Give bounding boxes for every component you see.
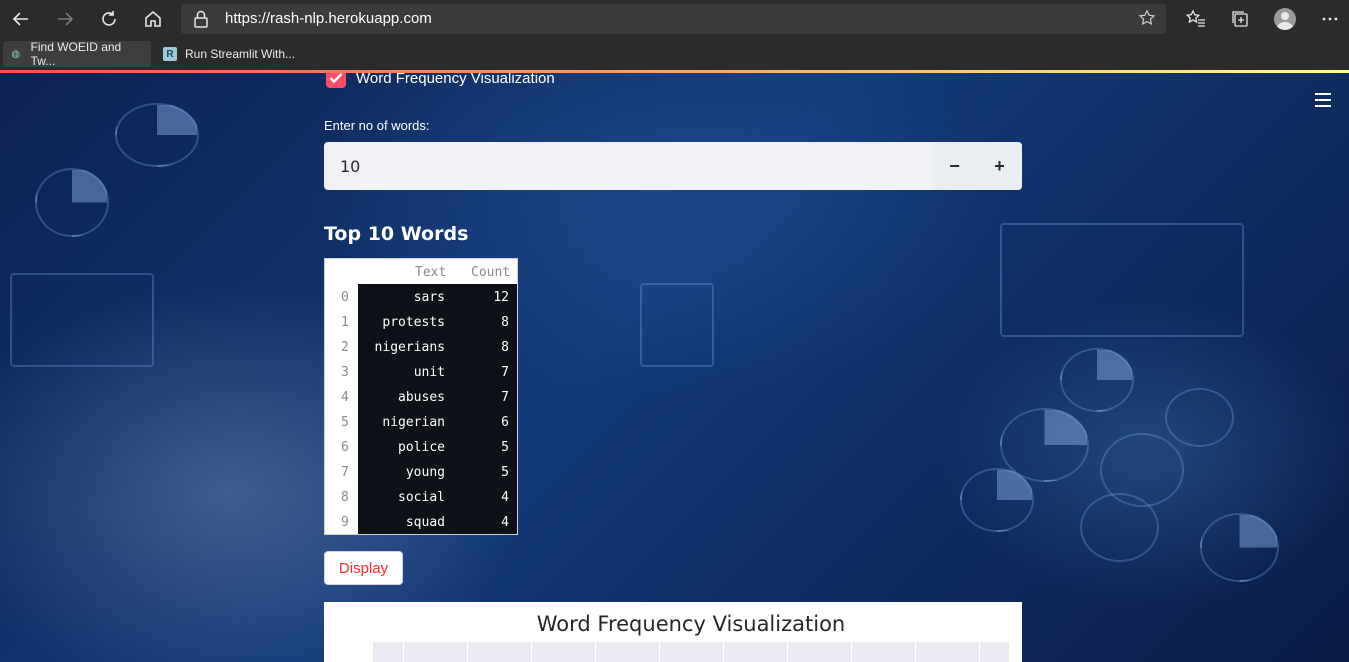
chart-gridline — [659, 642, 660, 662]
increment-button[interactable]: + — [977, 142, 1022, 190]
table-row[interactable]: 6 police 5 — [325, 434, 517, 459]
forward-arrow-icon[interactable] — [53, 7, 77, 31]
word-frequency-chart: Word Frequency Visualization — [324, 602, 1022, 662]
table-row[interactable]: 0 sars 12 — [325, 284, 517, 309]
row-text: nigerians — [374, 340, 445, 355]
row-text: squad — [405, 515, 445, 530]
row-count: 8 — [501, 315, 509, 330]
chart-gridline — [403, 642, 404, 662]
table-row[interactable]: 7 young 5 — [325, 459, 517, 484]
background-panel-decoration — [640, 283, 714, 367]
row-index: 4 — [341, 390, 349, 405]
chart-gridline — [851, 642, 852, 662]
row-count: 4 — [501, 515, 509, 530]
table-row[interactable]: 4 abuses 7 — [325, 384, 517, 409]
decrement-button[interactable]: − — [932, 142, 977, 190]
row-index: 7 — [341, 465, 349, 480]
row-index: 2 — [341, 340, 349, 355]
checkmark-icon[interactable] — [326, 73, 346, 88]
table-row[interactable]: 2 nigerians 8 — [325, 334, 517, 359]
table-row[interactable]: 1 protests 8 — [325, 309, 517, 334]
more-options-icon[interactable] — [1319, 8, 1341, 30]
browser-toolbar: https://rash-nlp.herokuapp.com — [0, 0, 1349, 38]
row-count: 8 — [501, 340, 509, 355]
background-panel-decoration — [1000, 223, 1244, 337]
chart-gridline — [915, 642, 916, 662]
bookmark-woeid[interactable]: ◍ Find WOEID and Tw... — [3, 40, 151, 68]
lock-icon — [193, 10, 209, 33]
background-circle-decoration — [1165, 388, 1234, 447]
checkbox-label: Word Frequency Visualization — [356, 73, 555, 87]
word-frequency-checkbox[interactable]: Word Frequency Visualization — [326, 73, 555, 88]
table-row[interactable]: 3 unit 7 — [325, 359, 517, 384]
row-count: 5 — [501, 440, 509, 455]
background-pie-decoration — [35, 168, 109, 237]
favorite-star-icon[interactable] — [1138, 9, 1156, 32]
row-text: nigerian — [382, 415, 445, 430]
top-words-table[interactable]: Text Count 0 sars 12 1 protests 8 2 nigerians 8 3… — [324, 258, 518, 535]
row-count: 7 — [501, 365, 509, 380]
chart-gridline — [787, 642, 788, 662]
background-panel-decoration — [10, 273, 154, 367]
row-index: 1 — [341, 315, 349, 330]
display-button[interactable]: Display — [324, 551, 403, 585]
row-text: unit — [413, 365, 445, 380]
row-count: 5 — [501, 465, 509, 480]
row-index: 0 — [341, 290, 349, 305]
row-count: 12 — [493, 290, 509, 305]
row-text: young — [405, 465, 445, 480]
chart-gridline — [531, 642, 532, 662]
chart-gridline — [595, 642, 596, 662]
background-pie-decoration — [1200, 513, 1279, 582]
home-icon[interactable] — [141, 7, 165, 31]
table-row[interactable]: 8 social 4 — [325, 484, 517, 509]
chart-gridline — [723, 642, 724, 662]
address-bar[interactable]: https://rash-nlp.herokuapp.com — [181, 4, 1166, 34]
row-text: sars — [413, 290, 445, 305]
bookmark-streamlit[interactable]: R Run Streamlit With... — [157, 41, 307, 67]
bookmark-label: Find WOEID and Tw... — [30, 40, 122, 68]
chart-gridline — [979, 642, 980, 662]
row-text: abuses — [398, 390, 445, 405]
background-pie-decoration — [115, 103, 199, 167]
background-circle-decoration — [1080, 493, 1159, 562]
bookmark-label: Run Streamlit With... — [185, 47, 296, 61]
row-index: 6 — [341, 440, 349, 455]
background-pie-decoration — [960, 468, 1034, 532]
row-text: police — [398, 440, 445, 455]
back-arrow-icon[interactable] — [9, 7, 33, 31]
word-count-field[interactable]: 10 — [324, 142, 932, 190]
row-text: protests — [382, 315, 445, 330]
row-index: 3 — [341, 365, 349, 380]
row-count: 7 — [501, 390, 509, 405]
chart-title: Word Frequency Visualization — [536, 612, 846, 636]
collections-icon[interactable] — [1229, 8, 1251, 30]
row-index: 5 — [341, 415, 349, 430]
bookmarks-bar: ◍ Find WOEID and Tw... R Run Streamlit W… — [0, 38, 1349, 70]
row-text: social — [398, 490, 445, 505]
r-letter-icon: R — [163, 47, 177, 61]
word-count-number-input: 10 − + — [324, 142, 1022, 190]
favorites-icon[interactable] — [1185, 8, 1207, 30]
word-count-label: Enter no of words: — [324, 118, 430, 133]
table-header: Text Count — [325, 259, 517, 284]
url-text[interactable]: https://rash-nlp.herokuapp.com — [225, 10, 432, 27]
app-page: Word Frequency Visualization Enter no of… — [0, 73, 1349, 662]
row-count: 6 — [501, 415, 509, 430]
column-header-count[interactable]: Count — [471, 265, 510, 280]
hamburger-menu-icon[interactable] — [1315, 93, 1331, 107]
table-row[interactable]: 5 nigerian 6 — [325, 409, 517, 434]
row-count: 4 — [501, 490, 509, 505]
row-index: 8 — [341, 490, 349, 505]
profile-avatar-icon[interactable] — [1274, 8, 1296, 30]
table-row[interactable]: 9 squad 4 — [325, 509, 517, 534]
chart-plot-area — [373, 642, 1009, 662]
globe-icon: ◍ — [11, 48, 21, 60]
column-header-text[interactable]: Text — [415, 265, 446, 280]
chart-gridline — [467, 642, 468, 662]
row-index: 9 — [341, 515, 349, 530]
background-pie-decoration — [1060, 348, 1134, 412]
top-words-heading: Top 10 Words — [324, 223, 469, 245]
refresh-icon[interactable] — [97, 7, 121, 31]
